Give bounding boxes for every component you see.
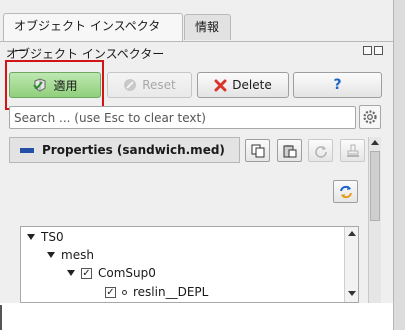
delete-label: Delete — [232, 78, 272, 92]
splitter-handle[interactable] — [393, 0, 405, 330]
tab-information[interactable]: 情報 — [184, 14, 231, 40]
tab-object-inspector[interactable]: オブジェクト インスペクター — [3, 13, 183, 58]
apply-highlight-box — [5, 60, 104, 110]
save-defaults-icon — [346, 144, 359, 157]
help-icon: ? — [333, 77, 342, 93]
checkbox-checked[interactable]: ✓ — [105, 286, 116, 298]
properties-section-header[interactable]: Properties (sandwich.med) — [9, 137, 240, 163]
delete-button[interactable]: Delete — [197, 72, 289, 98]
advanced-settings-button[interactable] — [359, 105, 381, 129]
tab-divider — [0, 41, 393, 42]
refresh-arrays-button[interactable] — [333, 180, 358, 203]
window-edge — [0, 305, 2, 330]
expand-arrow-icon[interactable] — [47, 252, 55, 258]
paste-button[interactable] — [277, 139, 302, 162]
tree-scrollbar[interactable] — [344, 227, 358, 302]
copy-icon — [251, 144, 264, 157]
reload-icon — [314, 145, 327, 158]
help-button[interactable]: ? — [293, 72, 382, 98]
properties-title: Properties (sandwich.med) — [42, 143, 225, 157]
tree-item[interactable]: TS0 — [27, 228, 64, 246]
search-input[interactable] — [9, 106, 356, 129]
close-panel-icon[interactable] — [374, 46, 383, 55]
panel-controls — [363, 46, 383, 55]
checkbox-checked[interactable]: ✓ — [81, 267, 92, 279]
reset-button[interactable]: Reset — [107, 72, 192, 98]
scrollbar-thumb[interactable] — [370, 151, 380, 221]
expand-arrow-icon[interactable] — [67, 270, 75, 276]
scroll-up-arrow-icon[interactable] — [371, 140, 379, 145]
collapse-icon — [20, 147, 34, 153]
expand-arrow-icon[interactable] — [27, 234, 35, 240]
gear-icon — [363, 110, 377, 124]
field-selection-tree: TS0 mesh ✓ ComSup0 ✓ reslin__DEPL — [20, 226, 359, 303]
tree-item-label: reslin__DEPL — [133, 285, 209, 299]
properties-scrollbar[interactable] — [368, 137, 381, 303]
scroll-up-arrow-icon[interactable] — [348, 231, 356, 236]
delete-x-icon — [214, 79, 227, 91]
refresh-arrows-icon — [339, 185, 352, 198]
paste-icon — [283, 144, 296, 157]
reset-icon — [124, 79, 137, 91]
undock-icon[interactable] — [363, 46, 372, 55]
tree-item-label: TS0 — [41, 230, 64, 244]
object-inspector-panel: オブジェクト インスペクター 情報 オブジェクト インスペクター 適用 Rese… — [0, 0, 393, 330]
tree-item[interactable]: ✓ ComSup0 — [67, 264, 156, 282]
lower-area — [0, 303, 393, 330]
restore-defaults-button[interactable] — [308, 139, 333, 162]
reset-label: Reset — [142, 78, 176, 92]
scroll-down-arrow-icon[interactable] — [348, 291, 356, 296]
tree-item-label: mesh — [61, 248, 94, 262]
tab-bar: オブジェクト インスペクター 情報 — [0, 0, 393, 58]
tree-item[interactable]: mesh — [47, 246, 94, 264]
field-point-icon — [122, 289, 127, 295]
tree-item-label: ComSup0 — [98, 266, 156, 280]
tree-item[interactable]: ✓ reslin__DEPL — [105, 283, 208, 301]
copy-button[interactable] — [245, 139, 270, 162]
save-defaults-button[interactable] — [340, 139, 365, 162]
